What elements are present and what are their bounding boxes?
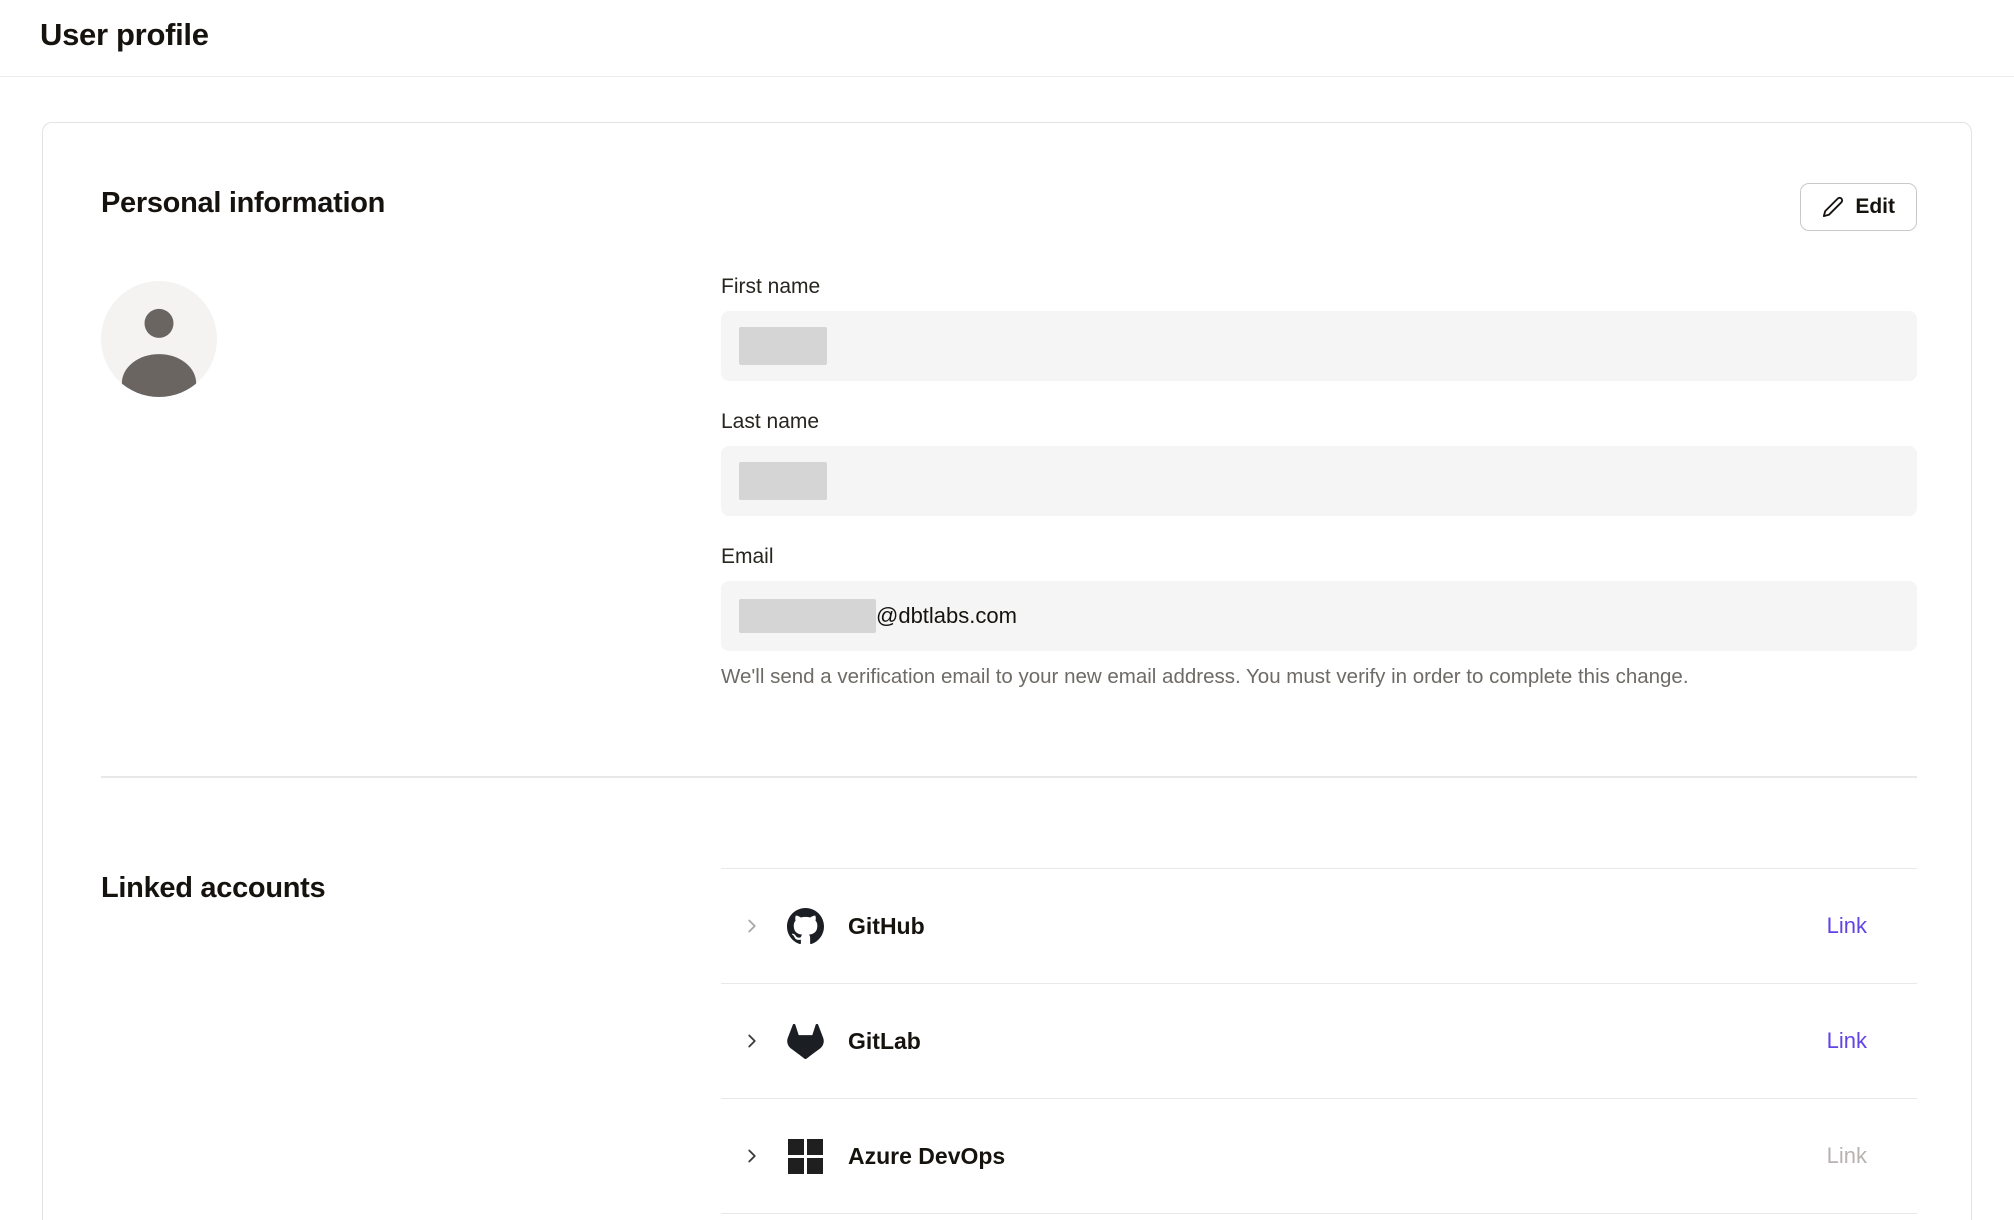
edit-button-label: Edit bbox=[1855, 195, 1895, 219]
personal-info-form: First name Last name Email @dbtlabs. bbox=[721, 273, 1917, 690]
pencil-icon bbox=[1822, 196, 1844, 218]
linked-account-row-azure-devops[interactable]: Azure DevOps Link bbox=[721, 1099, 1917, 1214]
email-group: Email @dbtlabs.com We'll send a verifica… bbox=[721, 543, 1917, 690]
last-name-group: Last name bbox=[721, 408, 1917, 516]
azure-devops-link-action: Link bbox=[1827, 1143, 1867, 1169]
first-name-redacted-value bbox=[739, 327, 827, 365]
linked-accounts-list: GitHub Link GitLab Lin bbox=[721, 868, 1917, 1214]
linked-account-row-gitlab[interactable]: GitLab Link bbox=[721, 984, 1917, 1099]
last-name-redacted-value bbox=[739, 462, 827, 500]
gitlab-icon bbox=[787, 1024, 824, 1059]
linked-accounts-heading: Linked accounts bbox=[101, 868, 721, 908]
personal-info-header: Personal information Edit bbox=[101, 183, 1917, 231]
first-name-label: First name bbox=[721, 273, 1917, 301]
gitlab-link-action[interactable]: Link bbox=[1827, 1028, 1867, 1054]
email-label: Email bbox=[721, 543, 1917, 571]
profile-card: Personal information Edit bbox=[42, 122, 1972, 1220]
account-name: GitLab bbox=[848, 1028, 921, 1055]
azure-devops-icon bbox=[787, 1139, 824, 1174]
edit-button[interactable]: Edit bbox=[1800, 183, 1917, 231]
chevron-right-icon[interactable] bbox=[741, 1030, 763, 1052]
linked-accounts-section: Linked accounts GitHub Link bbox=[101, 868, 1917, 1214]
account-name: GitHub bbox=[848, 913, 925, 940]
avatar bbox=[101, 281, 217, 397]
section-divider bbox=[101, 776, 1917, 778]
personal-info-body: First name Last name Email @dbtlabs. bbox=[101, 273, 1917, 690]
account-name: Azure DevOps bbox=[848, 1143, 1005, 1170]
page-title: User profile bbox=[40, 13, 1974, 57]
avatar-placeholder-icon bbox=[101, 281, 217, 397]
page-header: User profile bbox=[0, 0, 2014, 77]
avatar-column bbox=[101, 273, 721, 690]
email-redacted-value bbox=[739, 599, 876, 633]
first-name-group: First name bbox=[721, 273, 1917, 381]
last-name-field bbox=[721, 446, 1917, 516]
first-name-field bbox=[721, 311, 1917, 381]
chevron-right-icon[interactable] bbox=[741, 1145, 763, 1167]
chevron-right-icon[interactable] bbox=[741, 915, 763, 937]
main-content: Personal information Edit bbox=[0, 77, 2014, 1220]
personal-info-heading: Personal information bbox=[101, 183, 385, 223]
email-domain-text: @dbtlabs.com bbox=[876, 603, 1017, 629]
github-link-action[interactable]: Link bbox=[1827, 913, 1867, 939]
github-icon bbox=[787, 908, 824, 945]
email-field: @dbtlabs.com bbox=[721, 581, 1917, 651]
email-helper-text: We'll send a verification email to your … bbox=[721, 664, 1917, 690]
linked-accounts-heading-column: Linked accounts bbox=[101, 868, 721, 1214]
linked-account-row-github[interactable]: GitHub Link bbox=[721, 869, 1917, 984]
last-name-label: Last name bbox=[721, 408, 1917, 436]
